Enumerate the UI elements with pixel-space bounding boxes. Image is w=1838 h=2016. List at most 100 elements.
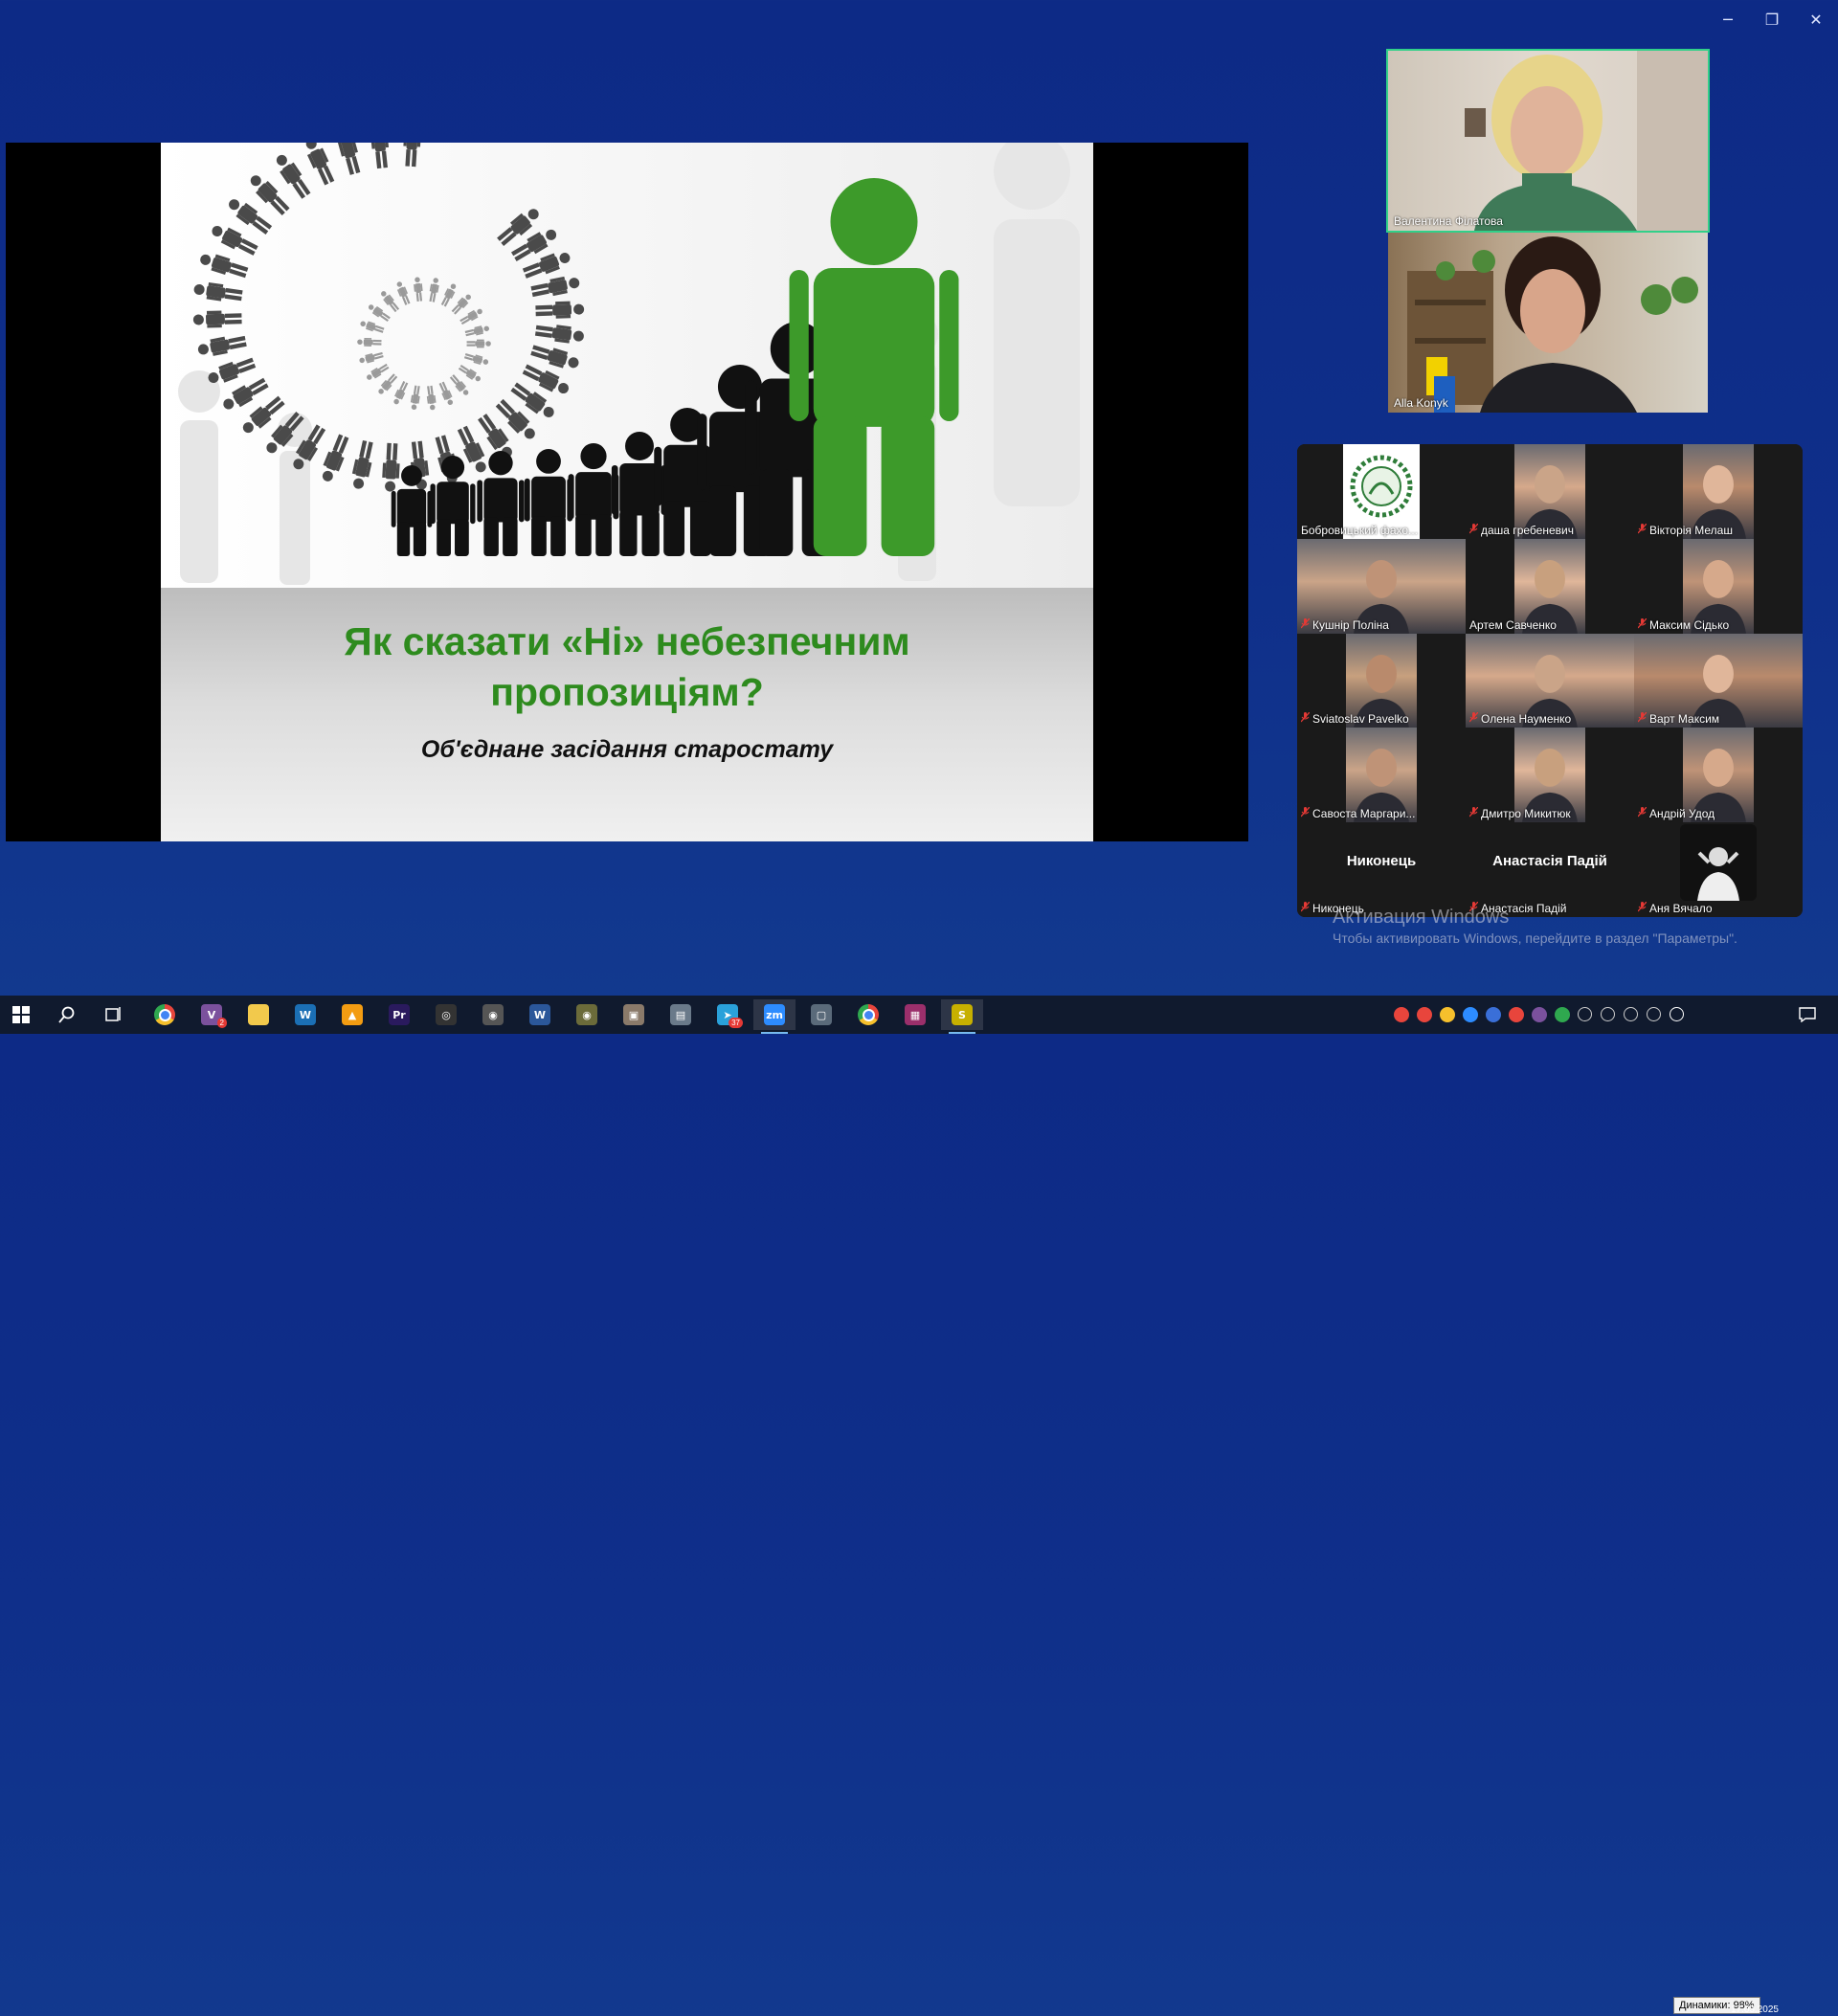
taskbar-app-zoom[interactable]: zm [753, 999, 796, 1034]
participant-tile[interactable]: Sviatoslav Pavelko [1297, 633, 1466, 728]
explorer-icon [248, 1004, 269, 1025]
spiral-figure [414, 277, 423, 302]
speaker-video [1407, 236, 1698, 413]
taskbar-app-chrome-2[interactable] [847, 999, 889, 1030]
restore-button[interactable]: ❐ [1753, 8, 1791, 31]
taskbar-app-app-box[interactable]: ▤ [660, 999, 702, 1030]
display-icon[interactable] [1647, 1007, 1661, 1021]
search-button[interactable] [46, 999, 88, 1030]
taskbar-app-vlc[interactable]: ▲ [331, 999, 373, 1030]
close-button[interactable]: ✕ [1797, 8, 1835, 31]
participant-tile[interactable]: Никонець Никонець [1297, 822, 1466, 917]
participant-name-label: Дмитро Микитюк [1468, 806, 1571, 820]
taskbar-app-viber[interactable]: V2 [191, 999, 233, 1030]
spiral-figure [351, 439, 373, 489]
participant-name-label: Вікторія Мелаш [1637, 523, 1733, 537]
participant-display-name: Анастасія Падій [1492, 853, 1607, 870]
participant-tile[interactable]: Кушнір Поліна [1297, 538, 1466, 634]
muted-mic-icon [1637, 523, 1647, 537]
participant-tile[interactable]: Бобровицький фахо... [1297, 444, 1466, 539]
participant-tile[interactable]: Варт Максим [1634, 633, 1803, 728]
participant-tile[interactable]: Аня Вячало [1634, 822, 1803, 917]
network-globe-icon[interactable] [1578, 1007, 1592, 1021]
participant-tile[interactable]: Максим Сідько [1634, 538, 1803, 634]
task-view-button[interactable] [92, 999, 134, 1030]
participant-tile[interactable]: Анастасія Падій Анастасія Падій [1466, 822, 1634, 917]
muted-mic-icon [1300, 901, 1311, 915]
participant-name-label: Максим Сідько [1637, 617, 1729, 632]
app-tray-icon[interactable] [1463, 1007, 1478, 1022]
chrome-tray-icon-2[interactable] [1440, 1007, 1455, 1022]
premiere-icon: Pr [389, 1004, 410, 1025]
spiral-figure [396, 281, 411, 305]
participant-name: даша гребеневич [1481, 523, 1574, 537]
viber-tray-icon[interactable] [1532, 1007, 1547, 1022]
spiral-figure [438, 381, 454, 406]
taskbar-app-word[interactable]: W [519, 999, 561, 1030]
participant-name-label: Олена Науменко [1468, 711, 1571, 726]
taskbar-app-app-green[interactable]: S [941, 999, 983, 1034]
spiral-figure [393, 381, 409, 405]
recorder-tray-icon[interactable] [1394, 1007, 1409, 1022]
taskbar-app-winrar[interactable]: ▦ [894, 999, 936, 1030]
speaker-tile-2[interactable]: Alla Konyk [1388, 233, 1708, 413]
clock[interactable]: 17.03.2025 [1717, 2005, 1779, 2016]
chrome-tray-icon[interactable] [1417, 1007, 1432, 1022]
muted-mic-icon [1637, 617, 1647, 632]
participant-name: Кушнір Поліна [1312, 617, 1389, 632]
taskbar-app-app-gray[interactable]: ◉ [472, 999, 514, 1030]
participant-name: Бобровицький фахо... [1301, 523, 1419, 537]
spiral-figure [429, 278, 439, 302]
spiral-figure [337, 143, 361, 175]
participant-name-label: даша гребеневич [1468, 523, 1574, 537]
spiral-figure [382, 442, 400, 492]
spiral-figure [440, 283, 457, 307]
taskbar-app-chrome[interactable] [144, 999, 186, 1030]
zoom-icon: zm [764, 1004, 785, 1025]
speaker-tile-1[interactable]: Валентина Філатова [1386, 49, 1710, 233]
photos-icon: ▣ [623, 1004, 644, 1025]
participant-tile[interactable]: Дмитро Микитюк [1466, 728, 1634, 823]
spiral-figure [359, 351, 384, 364]
minimize-button[interactable]: ─ [1709, 8, 1747, 31]
taskbar-app-obs[interactable]: ◎ [425, 999, 467, 1030]
taskbar-app-premiere[interactable]: Pr [378, 999, 420, 1030]
taskbar-app-photos[interactable]: ▣ [613, 999, 655, 1030]
spiral-figure [197, 335, 247, 356]
participant-name: Артем Савченко [1469, 617, 1557, 632]
opera-tray-icon[interactable] [1509, 1007, 1524, 1022]
nvidia-tray-icon[interactable] [1555, 1007, 1570, 1022]
spiral-figure [530, 345, 579, 369]
wifi-icon[interactable] [1601, 1007, 1615, 1021]
participant-tile[interactable]: Олена Науменко [1466, 633, 1634, 728]
skype-tray-icon[interactable] [1670, 1007, 1684, 1021]
start-button[interactable] [0, 999, 42, 1030]
taskbar-app-telegram[interactable]: ➤ 37 [706, 999, 749, 1030]
spiral-figure [535, 301, 585, 319]
participant-tile[interactable]: Вікторія Мелаш [1634, 444, 1803, 539]
zoom-tray-icon[interactable] [1486, 1007, 1501, 1022]
spiral-figure [360, 321, 385, 333]
taskbar-app-app-window[interactable]: ▢ [800, 999, 842, 1030]
taskbar-app-webex[interactable]: W [284, 999, 326, 1030]
app-gray-icon: ◉ [482, 1004, 504, 1025]
shared-screen: Як сказати «Ні» небезпечним пропозиціям?… [6, 143, 1248, 841]
participant-name: Sviatoslav Pavelko [1312, 712, 1409, 727]
notifications-button[interactable] [1786, 999, 1828, 1030]
participant-tile[interactable]: Артем Савченко [1466, 538, 1634, 634]
participant-display-name: Никонець [1346, 853, 1417, 870]
participant-tile[interactable]: даша гребеневич [1466, 444, 1634, 539]
spiral-figure [458, 364, 482, 382]
slide-text-area: Як сказати «Ні» небезпечним пропозиціям?… [161, 588, 1093, 841]
participant-name-label: Sviatoslav Pavelko [1300, 711, 1409, 727]
spiral-figure [463, 353, 489, 366]
spiral-figure [208, 357, 257, 384]
taskbar-app-explorer[interactable] [237, 999, 280, 1030]
slide-title: Як сказати «Ні» небезпечним пропозиціям? [161, 616, 1093, 718]
speaker-icon[interactable] [1624, 1007, 1638, 1021]
taskbar-app-eye-app[interactable]: ◉ [566, 999, 608, 1030]
participant-name-label: Савоста Маргари... [1300, 806, 1415, 820]
participant-tile[interactable]: Савоста Маргари... [1297, 728, 1466, 823]
participant-tile[interactable]: Андрій Удод [1634, 728, 1803, 823]
speaker-video [1465, 51, 1708, 231]
